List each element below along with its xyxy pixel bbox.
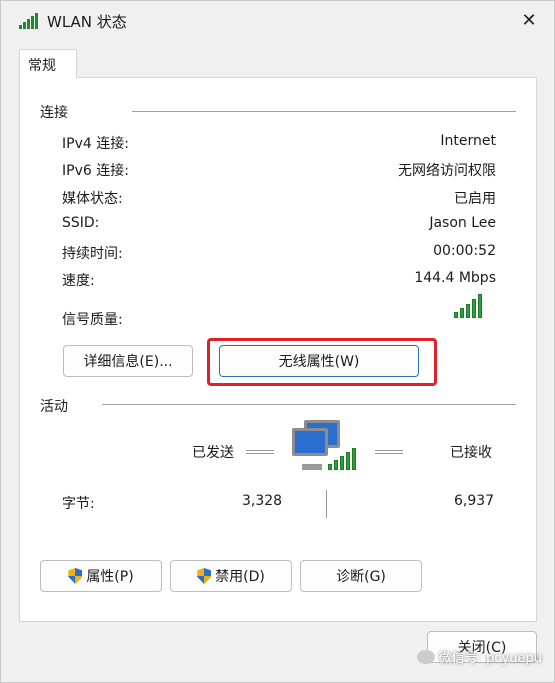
properties-button[interactable]: 属性(P) bbox=[40, 560, 162, 592]
sent-label: 已发送 bbox=[192, 445, 234, 461]
details-button[interactable]: 详细信息(E)... bbox=[63, 345, 193, 377]
signal-quality-label: 信号质量: bbox=[62, 312, 123, 328]
network-computers-icon bbox=[292, 420, 362, 478]
media-state-value: 已启用 bbox=[454, 191, 496, 207]
watermark: 微信号: pcyuepu bbox=[416, 647, 542, 666]
properties-button-label: 属性(P) bbox=[86, 569, 134, 585]
media-state-label: 媒体状态: bbox=[62, 191, 123, 207]
wireless-properties-button-label: 无线属性(W) bbox=[278, 354, 360, 370]
wechat-icon bbox=[416, 649, 435, 664]
ipv6-label: IPv6 连接: bbox=[62, 163, 129, 179]
title-bar[interactable]: WLAN 状态 bbox=[1, 1, 554, 41]
mini-signal-icon bbox=[328, 448, 356, 470]
ipv4-label: IPv4 连接: bbox=[62, 136, 129, 152]
diagnose-button-label: 诊断(G) bbox=[336, 569, 386, 585]
details-button-label: 详细信息(E)... bbox=[83, 354, 173, 370]
disable-button-label: 禁用(D) bbox=[215, 569, 265, 585]
window-title: WLAN 状态 bbox=[47, 12, 127, 31]
received-line bbox=[375, 450, 403, 454]
ipv4-row: IPv4 连接: Internet bbox=[62, 133, 496, 155]
connection-section-title: 连接 bbox=[40, 102, 74, 122]
watermark-text: 微信号: pcyuepu bbox=[438, 651, 542, 666]
bytes-sent-value: 3,328 bbox=[242, 493, 283, 509]
received-label: 已接收 bbox=[450, 445, 492, 461]
general-panel: 连接 IPv4 连接: Internet IPv6 连接: 无网络访问权限 媒体… bbox=[19, 77, 537, 622]
activity-divider bbox=[102, 404, 516, 405]
close-icon[interactable]: ✕ bbox=[518, 10, 540, 32]
duration-row: 持续时间: 00:00:52 bbox=[62, 243, 496, 265]
ssid-value: Jason Lee bbox=[429, 215, 496, 231]
sent-line bbox=[246, 450, 274, 454]
bytes-divider bbox=[326, 490, 327, 518]
wlan-status-dialog: WLAN 状态 ✕ 常规 连接 IPv4 连接: Internet IPv6 连… bbox=[0, 0, 555, 683]
front-monitor bbox=[292, 428, 328, 456]
disable-button[interactable]: 禁用(D) bbox=[170, 560, 292, 592]
wifi-signal-icon bbox=[19, 13, 39, 29]
speed-label: 速度: bbox=[62, 273, 95, 289]
bytes-received-value: 6,937 bbox=[454, 493, 495, 509]
ssid-label: SSID: bbox=[62, 215, 100, 231]
duration-label: 持续时间: bbox=[62, 246, 123, 262]
speed-row: 速度: 144.4 Mbps bbox=[62, 270, 496, 292]
tab-general[interactable]: 常规 bbox=[19, 49, 77, 78]
ssid-row: SSID: Jason Lee bbox=[62, 215, 496, 237]
diagnose-button[interactable]: 诊断(G) bbox=[300, 560, 422, 592]
uac-shield-icon bbox=[68, 568, 83, 584]
signal-strength-icon bbox=[454, 292, 486, 318]
speed-value: 144.4 Mbps bbox=[414, 270, 496, 286]
ipv6-row: IPv6 连接: 无网络访问权限 bbox=[62, 160, 496, 182]
activity-section-title: 活动 bbox=[40, 396, 74, 416]
ipv6-value: 无网络访问权限 bbox=[398, 163, 496, 179]
ipv4-value: Internet bbox=[440, 133, 496, 149]
uac-shield-icon bbox=[197, 568, 212, 584]
monitor-stand bbox=[302, 464, 322, 470]
media-state-row: 媒体状态: 已启用 bbox=[62, 188, 496, 210]
wireless-properties-button[interactable]: 无线属性(W) bbox=[219, 345, 419, 377]
duration-value: 00:00:52 bbox=[433, 243, 496, 259]
bytes-label: 字节: bbox=[62, 496, 95, 512]
connection-divider bbox=[132, 111, 516, 112]
